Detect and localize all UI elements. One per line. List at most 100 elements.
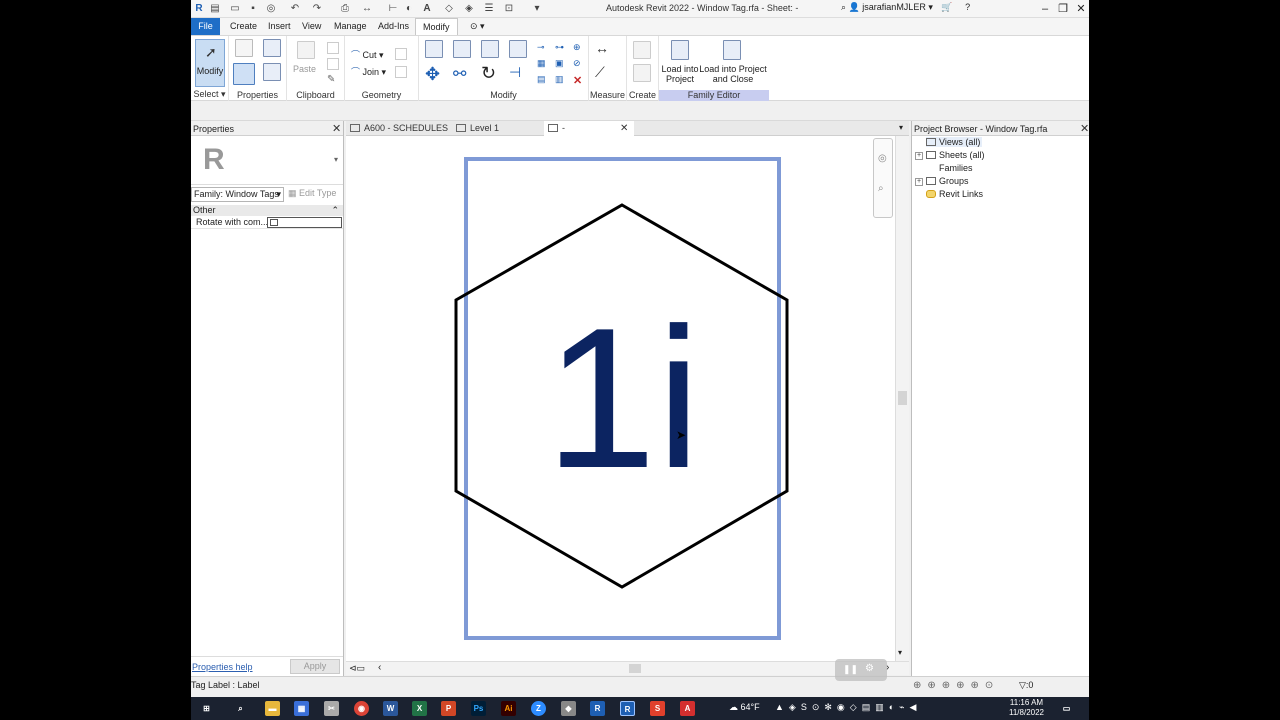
copy-element-icon[interactable]: ⚯ (453, 64, 466, 84)
delete-icon[interactable]: ✕ (573, 74, 585, 87)
view-tab-schedules[interactable]: A600 - SCHEDULES (346, 121, 448, 136)
save-icon[interactable]: ▪ (247, 3, 259, 15)
load-into-project-icon[interactable] (671, 40, 689, 60)
align-icon[interactable] (425, 40, 443, 58)
zoom-icon[interactable]: Z (531, 701, 546, 716)
mirror-axis-icon[interactable] (481, 40, 499, 58)
tag-icon[interactable]: ◐ (403, 3, 415, 15)
split-face-icon[interactable] (395, 66, 407, 78)
rotate-icon[interactable]: ↻ (481, 63, 496, 84)
split-gap-icon[interactable]: ⊶ (555, 42, 567, 54)
move-icon[interactable]: ✥ (425, 64, 440, 85)
tag-label-text[interactable]: 1i (545, 287, 701, 510)
search-icon[interactable]: ⌕ (841, 2, 846, 12)
browser-item-groups[interactable]: Groups (926, 176, 969, 186)
split-icon[interactable]: ⊸ (537, 42, 549, 54)
tab-insert[interactable]: Insert (261, 18, 298, 35)
copy-icon[interactable] (327, 42, 339, 54)
paste-icon[interactable] (297, 41, 315, 59)
navigation-bar[interactable]: ◎ ⌕ (873, 138, 893, 218)
tab-manage[interactable]: Manage (327, 18, 374, 35)
help-icon[interactable]: ? (965, 2, 970, 12)
browser-item-views[interactable]: Views (all) (926, 137, 983, 147)
dimension-icon[interactable]: ⊢ (387, 3, 399, 15)
clock[interactable]: 11:16 AM 11/8/2022 (1009, 698, 1044, 718)
tab-create[interactable]: Create (223, 18, 264, 35)
edit-type-button[interactable]: ▦ Edit Type (288, 188, 336, 199)
revit-app-icon[interactable]: R (193, 3, 205, 15)
cut-button[interactable]: ⌒ Cut ▾ (351, 48, 384, 61)
tab-file[interactable]: File (191, 18, 220, 35)
steering-wheel-icon[interactable]: ◎ (878, 153, 887, 164)
calculator-icon[interactable]: ▦ (294, 701, 309, 716)
filter-button[interactable]: ▽:0 (1019, 680, 1033, 691)
user-name[interactable]: jsarafianMJLER (862, 2, 926, 12)
properties-close-icon[interactable]: ✕ (332, 122, 341, 135)
tab-add-ins[interactable]: Add-Ins (371, 18, 416, 35)
family-category-icon[interactable] (263, 39, 281, 57)
excel-icon[interactable]: X (412, 701, 427, 716)
tab-view[interactable]: View (295, 18, 328, 35)
redo-icon[interactable]: ↷ (311, 3, 323, 15)
restore-button[interactable]: ❐ (1055, 1, 1071, 17)
load-into-project-close-button[interactable]: Load into Project and Close (697, 64, 769, 84)
offset-icon[interactable] (453, 40, 471, 58)
aligned-dimension-icon[interactable]: ⟋ (595, 64, 605, 81)
pause-icon[interactable]: ❚❚ (843, 664, 858, 675)
vertical-scroll-thumb[interactable] (898, 391, 907, 405)
undo-icon[interactable]: ↶ (289, 3, 301, 15)
acrobat-icon[interactable]: A (680, 701, 695, 716)
measure-distance-icon[interactable]: ↔ (595, 40, 609, 56)
load-and-close-icon[interactable] (723, 40, 741, 60)
expand-icon[interactable]: + (915, 178, 923, 186)
create-group-icon[interactable] (633, 64, 651, 82)
mirror-draw-icon[interactable] (509, 40, 527, 58)
snipping-tool-icon[interactable]: ✂ (324, 701, 339, 716)
user-area[interactable]: ⌕ 👤 jsarafianMJLER ▾ 🛒 ? (841, 2, 970, 16)
group-icon[interactable]: ▥ (555, 74, 567, 86)
video-overlay-controls[interactable]: ❚❚ ⚙ (835, 659, 887, 681)
settings-icon[interactable]: ⚙ (865, 663, 874, 674)
tab-list-icon[interactable]: ▾ (899, 123, 903, 132)
horizontal-scroll-thumb[interactable] (629, 664, 641, 673)
view-tab-level-1[interactable]: Level 1 (452, 121, 532, 136)
type-selector[interactable]: R ▾ (191, 137, 343, 185)
rotate-checkbox[interactable] (270, 219, 278, 226)
modify-button[interactable]: ➚ Modify (195, 39, 225, 87)
view-scale-icon[interactable]: ⊲▭ (349, 663, 365, 674)
measure-icon[interactable]: ↔ (361, 3, 373, 15)
close-tab-icon[interactable]: ✕ (620, 121, 628, 136)
weather-widget[interactable]: ☁ 64°F (729, 702, 760, 713)
trim-extend-icon[interactable]: ⊣ (509, 64, 521, 81)
type-properties-icon[interactable] (263, 63, 281, 81)
array-icon[interactable]: ▦ (537, 58, 549, 70)
collapse-icon[interactable]: ⌃ (331, 205, 339, 216)
unpin-icon[interactable]: ⊘ (573, 58, 585, 70)
thin-lines-icon[interactable]: ☰ (483, 3, 495, 15)
minimize-button[interactable]: – (1037, 1, 1053, 17)
family-types-icon[interactable] (235, 39, 253, 57)
print-icon[interactable]: ⎙ (339, 3, 351, 15)
join-button[interactable]: ⌒ Join ▾ (351, 65, 386, 78)
illustrator-icon[interactable]: Ai (501, 701, 516, 716)
close-window-button[interactable]: ✕ (1073, 1, 1089, 17)
cad-app-icon[interactable]: ◆ (561, 701, 576, 716)
apply-button[interactable]: Apply (290, 659, 340, 674)
scale-icon[interactable]: ▣ (555, 58, 567, 70)
3d-view-icon[interactable]: ◇ (443, 3, 455, 15)
search-icon[interactable]: ⌕ (233, 701, 248, 716)
revit-taskbar-icon[interactable]: R (590, 701, 605, 716)
folder-open-icon[interactable]: ▭ (229, 3, 241, 15)
photoshop-icon[interactable]: Ps (471, 701, 486, 716)
sync-icon[interactable]: ◎ (265, 3, 277, 15)
project-browser-close-icon[interactable]: ✕ (1080, 122, 1089, 135)
selection-toggles[interactable]: ⊕⊕⊕⊕⊕⊙ (913, 680, 999, 691)
group-other[interactable]: Other ⌃ (191, 205, 343, 216)
trim-multiple-icon[interactable]: ▤ (537, 74, 549, 86)
expand-icon[interactable]: + (915, 152, 923, 160)
drawing-canvas[interactable]: 1i ➤ (346, 136, 909, 661)
powerpoint-icon[interactable]: P (441, 701, 456, 716)
horizontal-scrollbar[interactable]: ⊲▭ ‹ › (346, 661, 909, 675)
rotate-value-cell[interactable] (267, 217, 342, 228)
file-explorer-icon[interactable]: ▬ (265, 701, 280, 716)
